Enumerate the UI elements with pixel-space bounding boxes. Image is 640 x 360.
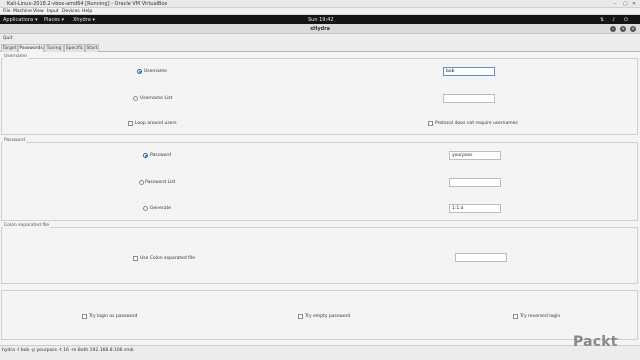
password-list-radio[interactable] — [139, 180, 144, 185]
power-icon[interactable]: ⏻ — [624, 17, 628, 23]
tab-tuning[interactable]: Tuning — [44, 44, 64, 52]
window-maximize-icon[interactable]: + — [620, 26, 626, 32]
generate-label: Generate — [150, 206, 172, 211]
menu-devices[interactable]: Devices — [62, 9, 80, 14]
quit-menu[interactable]: Quit — [3, 36, 12, 41]
try-empty-password-label: Try empty password — [305, 314, 351, 319]
try-empty-password-checkbox[interactable] — [298, 314, 303, 319]
tab-bar: Target Passwords Tuning Specific Start — [0, 44, 640, 52]
network-icon[interactable]: ⇅ — [600, 17, 604, 23]
logo-mark: › — [617, 336, 620, 343]
tab-start[interactable]: Start — [85, 44, 99, 52]
packt-logo: Packt› — [573, 334, 620, 350]
applications-menu[interactable]: Applications ▾ — [3, 17, 38, 23]
username-input[interactable]: bob — [443, 67, 495, 76]
use-colon-file-checkbox[interactable] — [133, 256, 138, 261]
command-text: hydra -l bob -p yourpass -t 16 -m Both 1… — [2, 348, 134, 353]
desktop-topbar: Applications ▾ Places ▾ Xhydra ▾ Sun 19:… — [0, 15, 640, 24]
colon-file-frame — [1, 227, 638, 284]
vbox-title-text: Kali-Linux-2018.2-vbox-amd64 [Running] -… — [7, 1, 168, 7]
try-login-as-password-checkbox[interactable] — [82, 314, 87, 319]
places-menu[interactable]: Places ▾ — [44, 17, 64, 23]
maximize-icon[interactable]: ▢ — [623, 1, 628, 7]
window-titlebar: xHydra – + × — [0, 24, 640, 34]
loop-users-label: Loop around users — [135, 121, 177, 126]
volume-icon[interactable]: ♪ — [612, 17, 615, 23]
tab-passwords[interactable]: Passwords — [18, 44, 44, 52]
vbox-titlebar: Kali-Linux-2018.2-vbox-amd64 [Running] -… — [0, 0, 640, 8]
protocol-no-username-label: Protocol does not require usernames — [435, 121, 518, 126]
password-list-input[interactable] — [449, 178, 501, 187]
username-frame — [1, 58, 638, 135]
menubar: Quit — [0, 34, 640, 44]
colon-section-label: Colon separated file — [3, 223, 51, 228]
clock: Sun 19:42 — [308, 16, 334, 23]
tab-specific[interactable]: Specific — [64, 44, 85, 52]
window-close-icon[interactable]: × — [630, 26, 636, 32]
logo-text: Packt — [573, 334, 618, 350]
generate-input[interactable]: 1:1:a — [449, 204, 501, 213]
password-input[interactable]: yourpass — [449, 151, 501, 160]
menu-machine[interactable]: Machine — [13, 9, 32, 14]
username-section-label: Username — [3, 54, 28, 59]
close-icon[interactable]: ✕ — [632, 1, 636, 7]
username-list-input[interactable] — [443, 94, 495, 103]
username-list-radio[interactable] — [133, 96, 138, 101]
generate-radio[interactable] — [143, 206, 148, 211]
menu-input[interactable]: Input — [47, 9, 59, 14]
menu-help[interactable]: Help — [82, 9, 92, 14]
passwords-panel: Username Username bob Username List Loop… — [0, 52, 640, 345]
username-radio[interactable] — [137, 69, 142, 74]
password-label: Password — [150, 153, 172, 158]
loop-users-checkbox[interactable] — [128, 121, 133, 126]
menu-view[interactable]: View — [33, 9, 44, 14]
username-label: Username — [144, 69, 167, 74]
use-colon-file-label: Use Colon separated file — [140, 256, 196, 261]
password-section-label: Password — [3, 138, 27, 143]
try-reversed-login-checkbox[interactable] — [513, 314, 518, 319]
password-radio[interactable] — [143, 153, 148, 158]
password-frame — [1, 142, 638, 221]
password-list-label: Password List — [145, 180, 176, 185]
colon-file-input[interactable] — [455, 253, 507, 262]
menu-file[interactable]: File — [3, 9, 11, 14]
tab-target[interactable]: Target — [1, 44, 18, 52]
try-reversed-login-label: Try reversed login — [520, 314, 561, 319]
window-minimize-icon[interactable]: – — [610, 26, 616, 32]
username-list-label: Username List — [140, 96, 173, 101]
app-menu[interactable]: Xhydra ▾ — [73, 17, 95, 23]
try-login-as-password-label: Try login as password — [89, 314, 138, 319]
command-preview: hydra -l bob -p yourpass -t 16 -m Both 1… — [0, 345, 640, 360]
window-title: xHydra — [309, 26, 331, 32]
vbox-menubar: File Machine View Input Devices Help — [0, 8, 640, 15]
minimize-icon[interactable]: – — [614, 1, 617, 7]
protocol-no-username-checkbox[interactable] — [428, 121, 433, 126]
